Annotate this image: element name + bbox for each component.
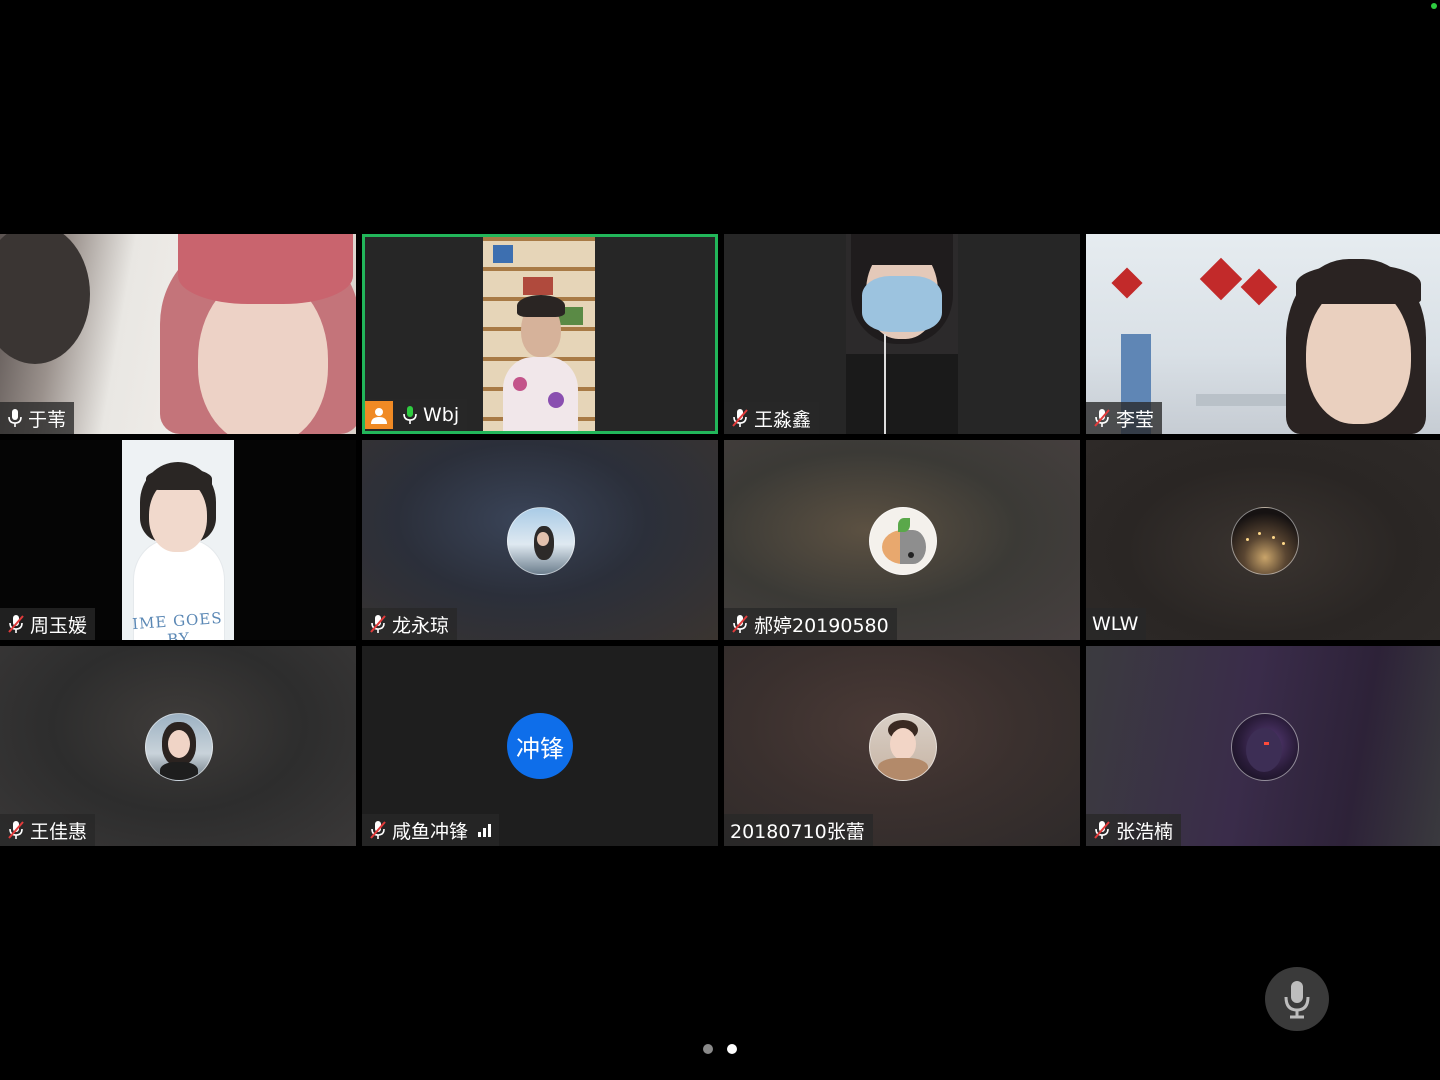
participant-name-tag: 郝婷20190580	[724, 608, 897, 640]
mic-muted-icon	[730, 408, 750, 428]
participant-tile[interactable]: 龙永琼	[362, 440, 718, 640]
participant-name-tag: 咸鱼冲锋	[362, 814, 500, 846]
participant-name-tag: 于苇	[0, 402, 75, 434]
participant-tile[interactable]: 20180710张蕾	[724, 646, 1080, 846]
participant-tile[interactable]: 郝婷20190580	[724, 440, 1080, 640]
participant-name: 郝婷20190580	[754, 614, 889, 637]
page-indicator	[703, 1044, 737, 1054]
participant-name-tag: 周玉媛	[0, 608, 96, 640]
video-grid: 于苇 Wbj 王淼鑫 李莹 IME GOES BY 周玉媛 龙永琼 郝婷2019…	[0, 234, 1440, 846]
signal-strength-icon	[478, 823, 492, 837]
participant-tile[interactable]: 李莹	[1086, 234, 1440, 434]
mic-muted-icon	[730, 614, 750, 634]
participant-name: 周玉媛	[30, 614, 88, 637]
avatar	[1231, 713, 1299, 781]
microphone-icon	[1283, 979, 1311, 1019]
participant-tile[interactable]: WLW	[1086, 440, 1440, 640]
mic-muted-icon	[368, 614, 388, 634]
participant-name-tag: 张浩楠	[1086, 814, 1182, 846]
participant-name: 王淼鑫	[754, 408, 812, 431]
participant-tile[interactable]: 王淼鑫	[724, 234, 1080, 434]
avatar	[145, 713, 213, 781]
mic-muted-icon	[1092, 820, 1112, 840]
participant-name: 咸鱼冲锋	[392, 820, 469, 843]
mic-muted-icon	[6, 820, 26, 840]
participant-tile-active-speaker[interactable]: Wbj	[362, 234, 718, 434]
participant-name: WLW	[1092, 613, 1139, 635]
mic-muted-icon	[1092, 408, 1112, 428]
participant-tile[interactable]: 王佳惠	[0, 646, 356, 846]
participant-name: 张浩楠	[1116, 820, 1174, 843]
avatar	[507, 507, 575, 575]
participant-name-tag: WLW	[1086, 608, 1147, 640]
participant-name: 于苇	[28, 408, 67, 431]
mic-active-icon	[401, 405, 419, 425]
avatar	[869, 713, 937, 781]
avatar	[869, 507, 937, 575]
participant-name: 20180710张蕾	[730, 820, 865, 843]
mic-icon	[6, 408, 24, 428]
participant-name-tag: 李莹	[1086, 402, 1163, 434]
participant-name-tag: Wbj	[365, 399, 468, 431]
status-indicator	[1431, 3, 1437, 9]
participant-tile[interactable]: 冲锋 咸鱼冲锋	[362, 646, 718, 846]
page-dot-active[interactable]	[727, 1044, 737, 1054]
participant-video: IME GOES BY	[122, 440, 234, 640]
participant-name-tag: 王佳惠	[0, 814, 96, 846]
participant-name-tag: 龙永琼	[362, 608, 458, 640]
participant-tile[interactable]: 于苇	[0, 234, 356, 434]
participant-name: Wbj	[423, 404, 460, 426]
participant-video	[483, 237, 595, 431]
host-badge-icon	[365, 401, 393, 429]
participant-tile[interactable]: 张浩楠	[1086, 646, 1440, 846]
mic-muted-icon	[6, 614, 26, 634]
participant-name: 龙永琼	[392, 614, 450, 637]
participant-tile[interactable]: IME GOES BY 周玉媛	[0, 440, 356, 640]
participant-name: 李莹	[1116, 408, 1155, 431]
text-avatar: 冲锋	[507, 713, 573, 779]
participant-video	[846, 234, 958, 434]
microphone-button[interactable]	[1265, 967, 1329, 1031]
participant-name-tag: 20180710张蕾	[724, 814, 873, 846]
avatar	[1231, 507, 1299, 575]
page-dot[interactable]	[703, 1044, 713, 1054]
participant-name: 王佳惠	[30, 820, 88, 843]
mic-muted-icon	[368, 820, 388, 840]
participant-name-tag: 王淼鑫	[724, 402, 820, 434]
